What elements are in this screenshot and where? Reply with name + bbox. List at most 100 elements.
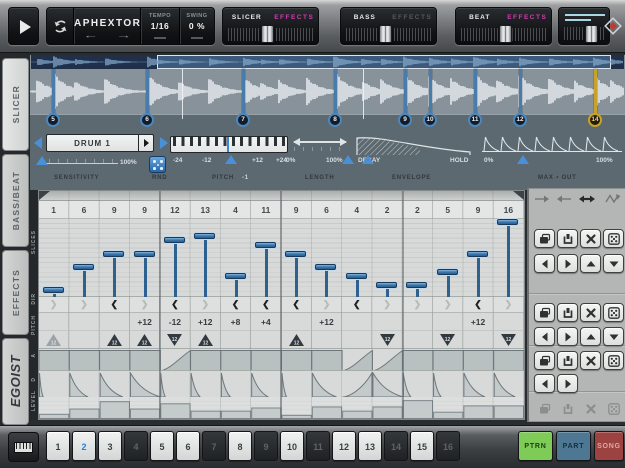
mode-button-part[interactable]: PART — [556, 431, 591, 461]
pitch-cell[interactable] — [372, 313, 402, 330]
loop-end-marker[interactable] — [513, 191, 524, 200]
octave-cell[interactable]: 12 — [39, 331, 69, 348]
pattern-button-7[interactable]: 7 — [202, 431, 226, 461]
pitch-cell[interactable]: +12 — [130, 313, 160, 330]
maxout-shape[interactable] — [482, 135, 622, 153]
pitch-keyboard[interactable] — [170, 136, 288, 153]
dir-reverse-cell[interactable]: ❮ — [160, 297, 190, 312]
random-button[interactable] — [603, 303, 624, 322]
pitch-cell[interactable] — [100, 313, 130, 330]
octave-cell[interactable]: 12 — [494, 331, 524, 348]
shift-down-button[interactable] — [603, 327, 624, 346]
loop-start-marker[interactable] — [39, 191, 50, 200]
sample-slot-dropdown[interactable]: DRUM 1 — [46, 134, 154, 152]
length-handle[interactable] — [342, 155, 354, 164]
shift-left-button[interactable] — [534, 327, 555, 346]
dir-forward-cell[interactable]: ❯ — [39, 297, 69, 312]
slice-slider-handle[interactable] — [134, 251, 155, 257]
octave-cell[interactable]: 12 — [100, 331, 130, 348]
keyboard-mode-button[interactable] — [8, 432, 39, 462]
slice-number-cell[interactable]: 6 — [69, 201, 99, 218]
dir-forward-cell[interactable]: ❯ — [130, 297, 160, 312]
rnd-dice-button[interactable] — [149, 156, 166, 173]
octave-cell[interactable] — [342, 331, 372, 348]
copy-button[interactable] — [534, 303, 555, 322]
slice-number-cell[interactable]: 11 — [251, 201, 281, 218]
octave-cell[interactable] — [221, 331, 251, 348]
random-button[interactable] — [603, 351, 624, 370]
slice-slider-handle[interactable] — [376, 282, 397, 288]
slice-slider-handle[interactable] — [285, 251, 306, 257]
slice-slider-handle[interactable] — [406, 282, 427, 288]
grid-header[interactable] — [39, 191, 524, 201]
slice-slider-handle[interactable] — [164, 237, 185, 243]
slice-number-cell[interactable]: 6 — [312, 201, 342, 218]
octave-cell[interactable] — [69, 331, 99, 348]
slice-slider-handle[interactable] — [103, 251, 124, 257]
volume-fader[interactable] — [585, 25, 598, 43]
slice-slider-handle[interactable] — [194, 233, 215, 239]
pattern-button-15[interactable]: 15 — [410, 431, 434, 461]
shift-left-button[interactable] — [534, 254, 555, 273]
octave-cell[interactable] — [463, 331, 493, 348]
pattern-button-14[interactable]: 14 — [384, 431, 408, 461]
mix-module-bass[interactable]: BASSEFFECTS — [340, 7, 437, 45]
slice-slider-handle[interactable] — [346, 273, 367, 279]
slice-number-cell[interactable]: 9 — [282, 201, 312, 218]
pattern-button-4[interactable]: 4 — [124, 431, 148, 461]
pitch-cell[interactable] — [342, 313, 372, 330]
mix-module-beat[interactable]: BEATEFFECTS — [455, 7, 552, 45]
dir-reverse-cell[interactable]: ❮ — [100, 297, 130, 312]
slice-number-cell[interactable]: 4 — [221, 201, 251, 218]
shift-right-button[interactable] — [557, 327, 578, 346]
pitch-cell[interactable]: +12 — [191, 313, 221, 330]
pattern-button-13[interactable]: 13 — [358, 431, 382, 461]
pattern-button-8[interactable]: 8 — [228, 431, 252, 461]
shift-up-button[interactable] — [580, 327, 601, 346]
maxout-handle[interactable] — [517, 155, 529, 164]
copy-button[interactable] — [534, 351, 555, 370]
pitch-handle[interactable] — [225, 155, 237, 164]
swing-control[interactable]: SWING 0 % — [179, 8, 214, 44]
pitch-cell[interactable] — [433, 313, 463, 330]
dir-reverse-cell[interactable]: ❮ — [221, 297, 251, 312]
slice-number-cell[interactable]: 9 — [130, 201, 160, 218]
decay-row[interactable] — [39, 372, 524, 398]
paste-button[interactable] — [557, 303, 578, 322]
attack-row[interactable] — [39, 349, 524, 371]
tempo-control[interactable]: TEMPO 1/16 — [141, 8, 179, 44]
mode-button-song[interactable]: SONG — [594, 431, 624, 461]
slice-slider-handle[interactable] — [225, 273, 246, 279]
pitch-cell[interactable]: +12 — [312, 313, 342, 330]
mix-fader[interactable] — [261, 25, 274, 43]
slice-number-cell[interactable]: 4 — [342, 201, 372, 218]
slice-slider-handle[interactable] — [255, 242, 276, 248]
playdir-backward-button[interactable] — [555, 192, 575, 207]
slice-slider-handle[interactable] — [497, 219, 518, 225]
tab-bass-beat[interactable]: BASS/BEAT — [2, 154, 29, 247]
pitch-cell[interactable] — [39, 313, 69, 330]
pitch-cell[interactable]: -12 — [160, 313, 190, 330]
dir-reverse-cell[interactable]: ❮ — [282, 297, 312, 312]
shift-down-button[interactable] — [603, 254, 624, 273]
octave-cell[interactable] — [312, 331, 342, 348]
pitch-cell[interactable] — [69, 313, 99, 330]
slice-number-cell[interactable]: 9 — [463, 201, 493, 218]
sensitivity-slider[interactable] — [38, 163, 118, 164]
mix-name-label[interactable]: SLICER — [223, 8, 271, 25]
clear-button[interactable] — [580, 229, 601, 248]
pitch-cell[interactable] — [282, 313, 312, 330]
sample-play-button[interactable] — [138, 135, 153, 151]
shift-right-button[interactable] — [557, 254, 578, 273]
tab-slicer[interactable]: SLICER — [2, 58, 29, 151]
slice-next-icon[interactable] — [160, 137, 168, 149]
random-button[interactable] — [603, 229, 624, 248]
length-slider[interactable] — [294, 141, 346, 143]
tab-egoist-logo[interactable]: EGOIST — [2, 338, 29, 425]
mode-button-ptrn[interactable]: PTRN — [518, 431, 553, 461]
dir-forward-cell[interactable]: ❯ — [372, 297, 402, 312]
octave-cell[interactable]: 12 — [433, 331, 463, 348]
octave-cell[interactable]: 12 — [282, 331, 312, 348]
slice-number-cell[interactable]: 2 — [403, 201, 433, 218]
mix-name-label[interactable]: BASS — [341, 8, 389, 25]
